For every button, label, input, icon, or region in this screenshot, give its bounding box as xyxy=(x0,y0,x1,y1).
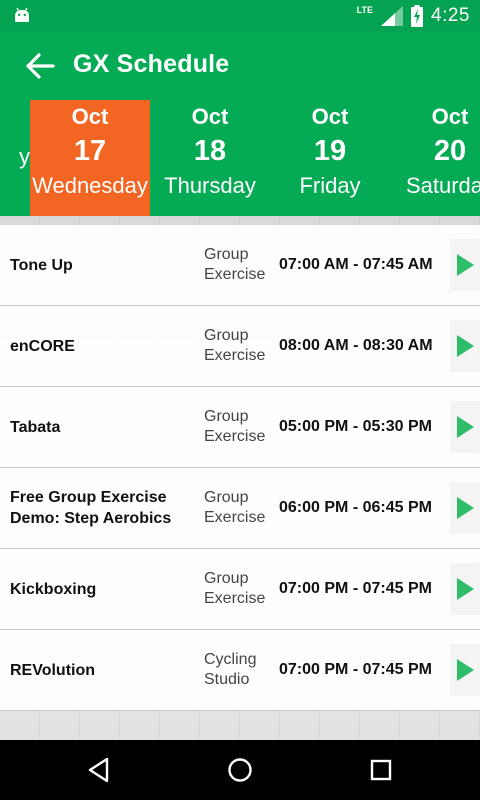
date-weekday: Friday xyxy=(299,173,361,198)
class-time: 07:00 AM - 07:45 AM xyxy=(279,256,433,273)
date-weekday: Thursday xyxy=(164,173,256,198)
date-item-thursday[interactable]: Oct 18 Thursday xyxy=(150,100,270,216)
date-item-selected[interactable]: Oct 17 Wednesday xyxy=(30,100,150,216)
date-weekday: y xyxy=(19,144,30,169)
arrow-back-icon xyxy=(26,53,55,79)
class-name: Tone Up xyxy=(10,256,73,274)
date-day: 20 xyxy=(433,135,467,167)
class-location: Cycling Studio xyxy=(204,651,257,688)
class-location: Group Exercise xyxy=(204,489,266,526)
app-bar: GX Schedule xyxy=(0,32,480,100)
class-location: Group Exercise xyxy=(204,246,266,283)
network-type-label: LTE xyxy=(356,5,374,15)
list-item[interactable]: Kickboxing Group Exercise 07:00 PM - 07:… xyxy=(0,549,480,630)
play-arrow-icon[interactable] xyxy=(450,320,480,372)
status-bar: LTE 4:25 xyxy=(0,0,480,32)
back-triangle-icon xyxy=(88,757,109,783)
play-arrow-icon[interactable] xyxy=(450,563,480,615)
recents-square-icon xyxy=(370,759,392,781)
date-item-tuesday[interactable]: y xyxy=(0,100,30,216)
date-day: 17 xyxy=(73,135,107,167)
navigation-bar xyxy=(0,740,480,800)
list-item[interactable]: Free Group Exercise Demo: Step Aerobics … xyxy=(0,468,480,549)
date-month: Oct xyxy=(431,104,469,129)
signal-icon xyxy=(381,6,404,26)
home-circle-icon xyxy=(228,758,252,782)
class-time: 06:00 PM - 06:45 PM xyxy=(279,499,432,516)
date-day: 19 xyxy=(313,135,347,167)
play-arrow-icon[interactable] xyxy=(450,644,480,696)
date-month: Oct xyxy=(71,104,109,129)
class-time: 07:00 PM - 07:45 PM xyxy=(279,661,432,678)
date-item-friday[interactable]: Oct 19 Friday xyxy=(270,100,390,216)
schedule-list: Tone Up Group Exercise 07:00 AM - 07:45 … xyxy=(0,225,480,711)
page-title: GX Schedule xyxy=(73,50,230,78)
date-month: Oct xyxy=(311,104,349,129)
nav-back-button[interactable] xyxy=(84,755,114,785)
class-location: Group Exercise xyxy=(204,408,266,445)
nav-recents-button[interactable] xyxy=(366,755,396,785)
class-name: Kickboxing xyxy=(10,580,97,598)
list-item[interactable]: Tabata Group Exercise 05:00 PM - 05:30 P… xyxy=(0,387,480,468)
class-name: Tabata xyxy=(10,418,61,436)
date-item-saturday[interactable]: Oct 20 Saturday xyxy=(390,100,480,216)
back-button[interactable] xyxy=(20,46,60,86)
class-time: 07:00 PM - 07:45 PM xyxy=(279,580,432,597)
play-arrow-icon[interactable] xyxy=(450,239,480,291)
list-item[interactable]: enCORE Group Exercise 08:00 AM - 08:30 A… xyxy=(0,306,480,387)
battery-icon xyxy=(411,5,424,27)
class-name: Free Group Exercise Demo: Step Aerobics xyxy=(10,489,172,527)
date-day: 18 xyxy=(193,135,227,167)
list-item[interactable]: REVolution Cycling Studio 07:00 PM - 07:… xyxy=(0,630,480,711)
android-icon xyxy=(15,7,29,22)
date-selector: y Oct 17 Wednesday Oct 18 Thursday Oct 1… xyxy=(0,100,480,216)
class-name: enCORE xyxy=(10,337,75,355)
play-arrow-icon[interactable] xyxy=(450,482,480,534)
status-time: 4:25 xyxy=(431,5,470,26)
date-month: Oct xyxy=(191,104,229,129)
date-weekday: Saturday xyxy=(405,173,480,198)
class-location: Group Exercise xyxy=(204,327,266,364)
class-time: 05:00 PM - 05:30 PM xyxy=(279,418,432,435)
play-arrow-icon[interactable] xyxy=(450,401,480,453)
class-time: 08:00 AM - 08:30 AM xyxy=(279,337,433,354)
nav-home-button[interactable] xyxy=(225,755,255,785)
date-weekday: Wednesday xyxy=(32,173,148,198)
class-name: REVolution xyxy=(10,661,96,679)
class-location: Group Exercise xyxy=(204,570,266,607)
list-item[interactable]: Tone Up Group Exercise 07:00 AM - 07:45 … xyxy=(0,225,480,306)
